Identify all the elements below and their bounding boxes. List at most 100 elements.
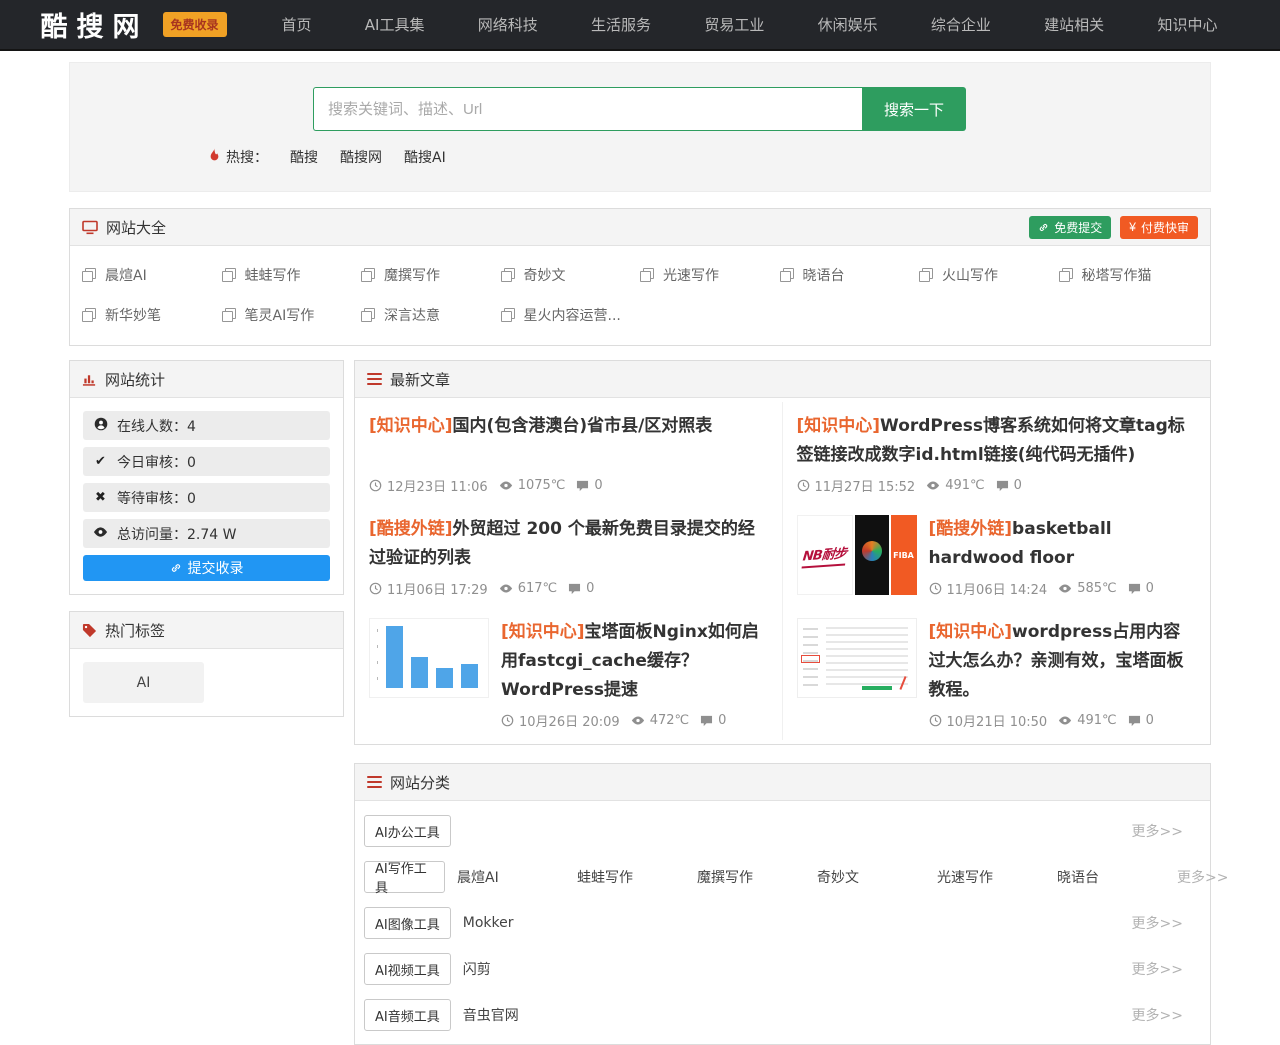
category-ai-audio[interactable]: AI音频工具 [364, 999, 451, 1031]
category-site-link[interactable]: Mokker [463, 915, 583, 931]
eye-icon [93, 526, 108, 542]
article-item[interactable]: [知识中心]wordpress占用内容过大怎么办？亲测有效，宝塔面板教程。 10… [783, 608, 1211, 740]
category-site-link[interactable]: 奇妙文 [817, 867, 937, 887]
category-ai-office[interactable]: AI办公工具 [364, 815, 451, 847]
article-title: 国内(包含港澳台)省市县/区对照表 [453, 416, 713, 436]
link-icon [170, 562, 182, 574]
nav-item-trade-industry[interactable]: 贸易工业 [704, 14, 764, 35]
clock-icon [797, 479, 810, 492]
nav-item-enterprise[interactable]: 综合企业 [931, 14, 991, 35]
site-link[interactable]: 晓语台 [780, 255, 920, 295]
nav-item-entertainment[interactable]: 休闲娱乐 [818, 14, 878, 35]
category-row: AI音频工具 音虫官网 更多>> [355, 992, 1210, 1038]
article-category: [知识中心] [797, 416, 881, 436]
submit-inclusion-button[interactable]: 提交收录 [83, 555, 330, 581]
stat-pending-review: ✖ 等待审核：0 [83, 483, 330, 512]
eye-icon [631, 715, 645, 726]
search-button[interactable]: 搜索一下 [862, 87, 966, 131]
article-meta: 12月23日 11:06 1075℃ 0 [369, 470, 768, 497]
comment-icon [996, 480, 1009, 492]
site-link[interactable]: 新华妙笔 [82, 295, 222, 335]
category-site-link[interactable]: 魔撰写作 [697, 867, 817, 887]
link-icon [1038, 222, 1049, 233]
article-item[interactable]: [知识中心]国内(包含港澳台)省市县/区对照表 12月23日 11:06 107… [355, 402, 783, 505]
nav-item-ai-tools[interactable]: AI工具集 [365, 14, 425, 35]
nav-item-life-services[interactable]: 生活服务 [591, 14, 651, 35]
site-directory-panel: 网站大全 免费提交 ¥ 付费快审 晨煊AI 蛙蛙写作 魔撰写作 奇妙文 光速写作… [69, 208, 1211, 346]
section-title: 网站大全 [106, 217, 166, 238]
comment-icon [700, 715, 713, 727]
site-stats-panel: 网站统计 在线人数：4 ✔ 今日审核：0 ✖ 等待审 [69, 360, 344, 595]
main-column: 最新文章 [知识中心]国内(包含港澳台)省市县/区对照表 12月23日 11:0… [354, 360, 1211, 1045]
article-category: [酷搜外链] [369, 519, 453, 539]
site-link[interactable]: 魔撰写作 [361, 255, 501, 295]
article-item[interactable]: [酷搜外链]外贸超过 200 个最新免费目录提交的经过验证的列表 11月06日 … [355, 505, 783, 608]
article-item[interactable]: [知识中心]WordPress博客系统如何将文章tag标签链接改成数字id.ht… [783, 402, 1211, 505]
nav-item-home[interactable]: 首页 [282, 14, 312, 35]
site-link[interactable]: 笔灵AI写作 [222, 295, 362, 335]
category-site-link[interactable]: 音虫官网 [463, 1005, 583, 1025]
nav-item-site-building[interactable]: 建站相关 [1044, 14, 1104, 35]
article-meta: 11月27日 15:52 491℃ 0 [797, 470, 1197, 497]
search-input[interactable] [313, 87, 862, 131]
more-link[interactable]: 更多>> [1132, 913, 1183, 933]
category-row: AI图像工具 Mokker 更多>> [355, 900, 1210, 946]
category-site-link[interactable]: 晓语台 [1057, 867, 1177, 887]
site-logo[interactable]: 酷搜网 [41, 5, 149, 44]
more-link[interactable]: 更多>> [1132, 1005, 1183, 1025]
hot-search-item[interactable]: 酷搜网 [340, 147, 382, 167]
site-link[interactable]: 秘塔写作猫 [1059, 255, 1199, 295]
eye-icon [499, 480, 513, 491]
category-site-link[interactable]: 蛙蛙写作 [577, 867, 697, 887]
free-submit-button[interactable]: 免费提交 [1029, 216, 1111, 239]
more-link[interactable]: 更多>> [1177, 867, 1228, 887]
section-title: 最新文章 [390, 369, 450, 390]
clock-icon [369, 479, 382, 492]
category-site-link[interactable]: 光速写作 [937, 867, 1057, 887]
clock-icon [369, 582, 382, 595]
site-link[interactable]: 奇妙文 [501, 255, 641, 295]
article-thumbnail [797, 618, 917, 698]
nav-item-network-tech[interactable]: 网络科技 [478, 14, 538, 35]
stat-total-visits: 总访问量：2.74 W [83, 519, 330, 548]
site-link[interactable]: 火山写作 [919, 255, 1059, 295]
copy-icon [361, 268, 375, 282]
copy-icon [222, 268, 236, 282]
monitor-icon [82, 220, 98, 235]
more-link[interactable]: 更多>> [1132, 959, 1183, 979]
free-include-badge[interactable]: 免费收录 [163, 12, 227, 37]
hot-tags-panel: 热门标签 AI [69, 611, 344, 717]
hot-search-item[interactable]: 酷搜AI [404, 147, 446, 167]
site-link[interactable]: 深言达意 [361, 295, 501, 335]
article-item[interactable]: NB耐步 FIBA [酷搜外链]basketball hardwood floo… [783, 505, 1211, 608]
more-link[interactable]: 更多>> [1132, 821, 1183, 841]
copy-icon [501, 308, 515, 322]
eye-icon [926, 480, 940, 491]
category-row: AI视频工具 闪剪 更多>> [355, 946, 1210, 992]
check-icon: ✔ [93, 454, 108, 469]
site-link[interactable]: 光速写作 [640, 255, 780, 295]
sidebar: 网站统计 在线人数：4 ✔ 今日审核：0 ✖ 等待审 [69, 360, 344, 717]
article-thumbnail [369, 618, 489, 698]
category-ai-image[interactable]: AI图像工具 [364, 907, 451, 939]
category-site-link[interactable]: 闪剪 [463, 959, 583, 979]
copy-icon [361, 308, 375, 322]
site-link[interactable]: 晨煊AI [82, 255, 222, 295]
hot-search-item[interactable]: 酷搜 [290, 147, 318, 167]
category-site-link[interactable]: 晨煊AI [457, 867, 577, 887]
paid-review-button[interactable]: ¥ 付费快审 [1120, 216, 1198, 239]
nav-item-knowledge[interactable]: 知识中心 [1157, 14, 1217, 35]
site-link[interactable]: 蛙蛙写作 [222, 255, 362, 295]
category-ai-writing[interactable]: AI写作工具 [364, 861, 445, 893]
copy-icon [640, 268, 654, 282]
main-nav: 首页 AI工具集 网络科技 生活服务 贸易工业 休闲娱乐 综合企业 建站相关 知… [282, 14, 1218, 35]
site-link[interactable]: 星火内容运营... [501, 295, 641, 335]
section-title: 网站统计 [105, 369, 165, 390]
article-item[interactable]: [知识中心]宝塔面板Nginx如何启用fastcgi_cache缓存？WordP… [355, 608, 783, 740]
article-thumbnail: NB耐步 FIBA [797, 515, 917, 595]
article-category: [知识中心] [369, 416, 453, 436]
eye-icon [499, 583, 513, 594]
tag-ai[interactable]: AI [83, 662, 204, 703]
hot-search-label: 热搜： [226, 147, 268, 167]
category-ai-video[interactable]: AI视频工具 [364, 953, 451, 985]
